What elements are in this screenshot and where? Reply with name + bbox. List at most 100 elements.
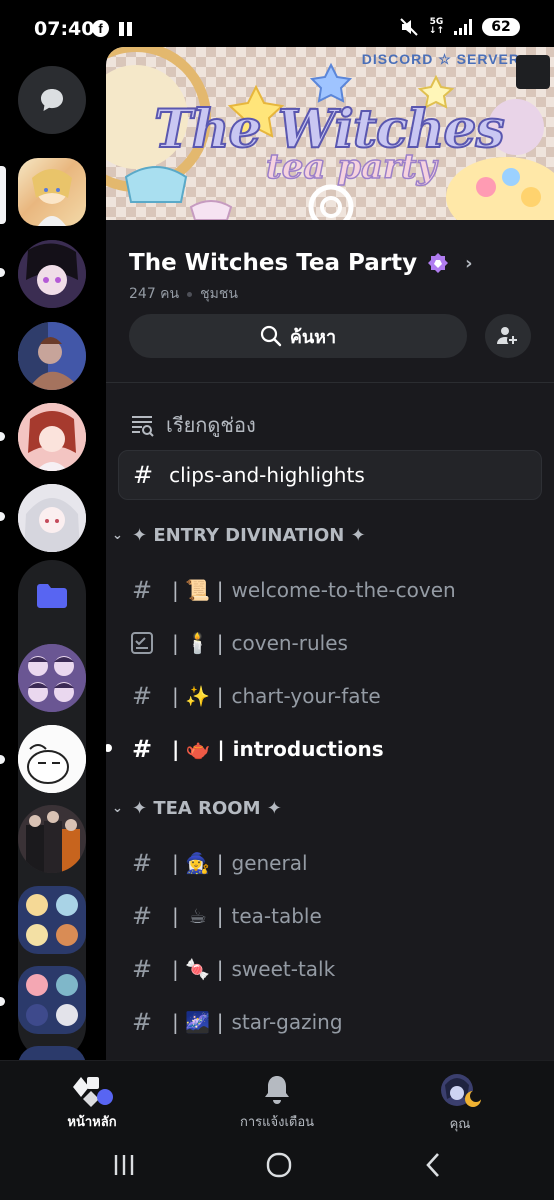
nav-you-label: คุณ	[449, 1117, 471, 1132]
network-type: 5G ↓↑	[428, 17, 444, 36]
nav-you[interactable]: คุณ	[400, 1073, 520, 1134]
category-tea-room[interactable]: ⌄ ✦ TEA ROOM ✦	[112, 798, 282, 819]
facebook-icon: f	[92, 20, 109, 37]
invite-button[interactable]	[485, 314, 531, 358]
server-type: ชุมชน	[200, 286, 238, 302]
channel-clips-and-highlights[interactable]: # clips-and-highlights	[118, 450, 542, 500]
unread-indicator	[0, 997, 5, 1006]
channel-name: sweet-talk	[231, 957, 336, 981]
member-count: 247 คน	[129, 286, 180, 302]
server-rail	[0, 60, 106, 1060]
home-circle-icon[interactable]	[261, 1152, 297, 1178]
server-meta: 247 คน ชุมชน	[129, 283, 238, 305]
nav-notifications-label: การแจ้งเตือน	[239, 1115, 315, 1130]
server-icon-witches-tea-party[interactable]	[18, 158, 86, 226]
chat-bubble-icon	[41, 89, 63, 111]
folder-icon	[37, 584, 67, 608]
channel-welcome-to-the-coven[interactable]: # | 📜 | welcome-to-the-coven	[130, 575, 456, 605]
scroll-emoji-icon: 📜	[185, 578, 211, 602]
separator-dot	[187, 291, 193, 297]
chevron-right-icon: ›	[465, 252, 473, 274]
category-name: ✦ TEA ROOM ✦	[132, 798, 282, 819]
banner-corner-icon	[516, 55, 550, 89]
folder-server-icon-3[interactable]	[18, 805, 86, 873]
nav-home[interactable]: หน้าหลัก	[32, 1073, 152, 1132]
back-icon[interactable]	[416, 1152, 452, 1178]
server-folder[interactable]	[0, 560, 86, 1060]
hash-icon: #	[131, 735, 153, 763]
channel-name: welcome-to-the-coven	[231, 578, 456, 602]
folder-server-icon-1[interactable]	[18, 644, 86, 712]
banner-tag: DISCORD ☆ SERVER	[361, 51, 520, 67]
direct-messages-button[interactable]	[18, 66, 86, 134]
browse-channels-label: เรียกดูช่อง	[166, 413, 256, 437]
system-navigation-bar	[0, 1140, 554, 1200]
channel-name: introductions	[232, 737, 384, 761]
channel-name: chart-your-fate	[231, 684, 381, 708]
server-channel-panel: DISCORD ☆ SERVER The Witches tea party T…	[106, 47, 554, 1060]
server-banner: DISCORD ☆ SERVER The Witches tea party	[106, 47, 554, 220]
hash-icon: #	[131, 849, 153, 877]
home-servers-icon	[73, 1077, 113, 1107]
hash-icon: #	[133, 461, 154, 489]
channel-star-gazing[interactable]: # | 🌌 | star-gazing	[130, 1007, 343, 1037]
selected-server-indicator	[0, 166, 6, 224]
channel-introductions[interactable]: # | 🫖 | introductions	[130, 734, 384, 764]
mute-icon	[400, 18, 418, 36]
channel-sweet-talk[interactable]: # | 🍬 | sweet-talk	[130, 954, 335, 984]
channel-name: clips-and-highlights	[169, 463, 365, 487]
folder-server-icon-6[interactable]	[18, 1046, 86, 1060]
milky-way-emoji-icon: 🌌	[185, 1010, 211, 1034]
hash-icon: #	[131, 1008, 153, 1036]
folder-server-icon-4[interactable]	[18, 886, 86, 954]
rules-icon	[130, 632, 154, 654]
channel-chart-your-fate[interactable]: # | ✨ | chart-your-fate	[130, 681, 381, 711]
witch-emoji-icon: 🧙‍♀️	[185, 851, 211, 875]
boost-badge-icon	[428, 253, 449, 273]
channel-name: general	[231, 851, 308, 875]
candle-emoji-icon: 🕯️	[185, 631, 211, 655]
hash-icon: #	[131, 902, 153, 930]
server-icon-3[interactable]	[18, 322, 86, 390]
server-name-button[interactable]: The Witches Tea Party ›	[129, 250, 473, 276]
candy-emoji-icon: 🍬	[185, 957, 211, 981]
sparkles-emoji-icon: ✨	[185, 684, 211, 708]
avatar	[441, 1074, 482, 1107]
hash-icon: #	[131, 682, 153, 710]
bell-icon	[265, 1076, 289, 1104]
status-time: 07:40	[34, 18, 95, 40]
folder-server-icon-2[interactable]	[18, 725, 86, 793]
coffee-emoji-icon: ☕	[188, 904, 207, 928]
unread-indicator	[0, 512, 5, 521]
channel-name: tea-table	[231, 904, 322, 928]
channel-name: star-gazing	[231, 1010, 343, 1034]
channel-tea-table[interactable]: # | ☕ | tea-table	[130, 901, 322, 931]
teapot-emoji-icon: 🫖	[185, 737, 211, 761]
server-icon-5[interactable]	[18, 484, 86, 552]
server-icon-4[interactable]	[18, 403, 86, 471]
recent-apps-icon[interactable]	[106, 1152, 142, 1178]
server-icon-2[interactable]	[18, 240, 86, 308]
chevron-down-icon: ⌄	[112, 801, 123, 816]
battery-icon: 62	[482, 18, 520, 36]
search-button[interactable]: ค้นหา	[129, 314, 467, 358]
category-entry-divination[interactable]: ⌄ ✦ ENTRY DIVINATION ✦	[112, 525, 366, 546]
hash-icon: #	[131, 576, 153, 604]
search-icon	[260, 325, 282, 347]
folder-server-icon-5[interactable]	[18, 966, 86, 1034]
pause-icon	[119, 21, 132, 36]
channel-general[interactable]: # | 🧙‍♀️ | general	[130, 848, 308, 878]
browse-channels-icon	[132, 416, 154, 437]
nav-notifications[interactable]: การแจ้งเตือน	[217, 1073, 337, 1132]
server-name: The Witches Tea Party	[129, 250, 418, 276]
category-name: ✦ ENTRY DIVINATION ✦	[132, 525, 366, 546]
hash-icon: #	[131, 955, 153, 983]
channel-coven-rules[interactable]: | 🕯️ | coven-rules	[130, 628, 348, 658]
header-divider	[106, 382, 554, 383]
signal-icon	[454, 19, 472, 35]
unread-indicator	[0, 268, 5, 277]
search-label: ค้นหา	[289, 326, 337, 348]
browse-channels-button[interactable]: เรียกดูช่อง	[130, 409, 256, 441]
unread-indicator	[0, 432, 5, 441]
add-member-icon	[497, 327, 519, 346]
